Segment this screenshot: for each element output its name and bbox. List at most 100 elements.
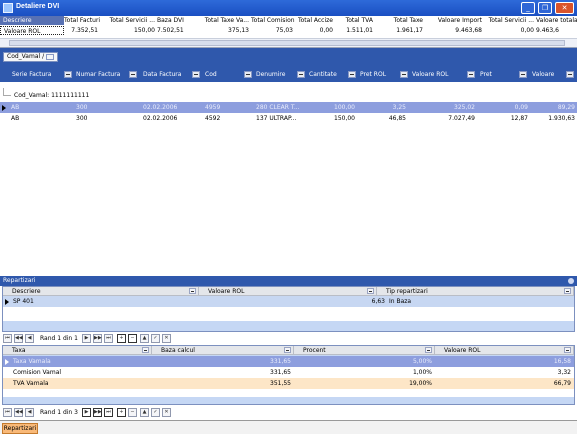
table-row[interactable]: AB 300 02.02.2006 4592 137 ULTRAP... 150… (0, 113, 577, 124)
column-filter-icon[interactable] (192, 71, 200, 78)
column-header-numar[interactable]: Numar Factura (74, 69, 120, 80)
prev-record-button[interactable]: ◀ (25, 334, 34, 343)
column-filter-icon[interactable] (189, 288, 196, 294)
minimize-button[interactable]: _ (521, 2, 535, 14)
cell[interactable]: 7.027,49 (410, 113, 475, 124)
column-filter-icon[interactable] (564, 347, 571, 353)
cell[interactable]: 1,00% (373, 368, 432, 378)
summary-header[interactable]: Total Comision (251, 16, 295, 25)
column-filter-icon[interactable] (244, 71, 252, 78)
summary-header[interactable]: Total Facturi (64, 16, 100, 25)
scrollbar-thumb[interactable] (9, 40, 565, 46)
next-page-button[interactable]: ▶▶ (93, 334, 102, 343)
summary-header[interactable]: Valoare totala (536, 16, 577, 25)
table-row[interactable]: TVA Vamala 351,55 19,00% 66,79 (3, 378, 574, 389)
table-row[interactable]: AB 300 02.02.2006 4959 280 CLEAR T... 10… (0, 102, 577, 113)
column-header-valoare-rol[interactable]: Valoare ROL (435, 346, 574, 355)
column-header-pret-rol[interactable]: Pret ROL (358, 69, 386, 80)
cell[interactable]: Taxa Vamala (13, 357, 51, 367)
cell[interactable]: 19,00% (373, 379, 432, 389)
group-chip-cod-vamal[interactable]: Cod_Vamal / (3, 52, 59, 62)
cell[interactable]: 1.930,63 (530, 113, 575, 124)
cell[interactable]: 300 (76, 113, 136, 124)
delete-record-button[interactable]: − (128, 334, 137, 343)
cell[interactable]: SP 401 (13, 297, 34, 307)
next-record-button[interactable]: ▶ (82, 408, 91, 417)
column-header-tip[interactable]: Tip repartizari (377, 287, 574, 296)
column-filter-icon[interactable] (367, 288, 374, 294)
cell[interactable]: 6,63 (323, 297, 385, 307)
cell[interactable]: In Baza (389, 297, 411, 307)
summary-header[interactable]: Total Servicii ... (484, 16, 536, 25)
cell[interactable]: 3,32 (503, 368, 571, 378)
column-filter-icon[interactable] (566, 71, 574, 78)
cell[interactable]: 331,65 (233, 357, 291, 367)
column-filter-icon[interactable] (425, 347, 432, 353)
edit-record-button[interactable]: ✓ (151, 408, 160, 417)
delete-record-button[interactable]: − (128, 408, 137, 417)
edit-up-button[interactable]: ▲ (140, 334, 149, 343)
table-row[interactable]: Taxa Vamala 331,65 5,00% 16,58 (3, 356, 574, 367)
edit-record-button[interactable]: ✓ (151, 334, 160, 343)
column-header-descriere[interactable]: Descriere (3, 287, 199, 296)
column-header-valoare-rol[interactable]: Valoare ROL (199, 287, 377, 296)
next-record-button[interactable]: ▶ (82, 334, 91, 343)
column-filter-icon[interactable] (284, 347, 291, 353)
column-header-taxa[interactable]: Taxa (3, 346, 152, 355)
cell[interactable]: 300 (76, 102, 136, 113)
cancel-edit-button[interactable]: ✕ (162, 408, 171, 417)
cell[interactable]: 137 ULTRAP... (256, 113, 305, 124)
collapse-icon[interactable] (568, 278, 574, 284)
column-header-cantitate[interactable]: Cantitate (307, 69, 337, 80)
column-header-valoare-rol[interactable]: Valoare ROL (410, 69, 449, 80)
cell[interactable]: 46,85 (358, 113, 406, 124)
column-header-cod[interactable]: Cod (203, 69, 217, 80)
column-header-pret[interactable]: Pret (478, 69, 492, 80)
summary-header[interactable]: Total Servicii ... (100, 16, 157, 25)
cell[interactable]: 100,00 (307, 102, 355, 113)
column-filter-icon[interactable] (297, 71, 305, 78)
close-button[interactable]: ✕ (555, 2, 574, 14)
column-filter-icon[interactable] (519, 71, 527, 78)
cell[interactable]: 89,29 (530, 102, 575, 113)
first-page-button[interactable]: ⏮ (3, 334, 12, 343)
cell[interactable]: 3,25 (358, 102, 406, 113)
cell[interactable]: 331,65 (233, 368, 291, 378)
prev-page-button[interactable]: ◀◀ (14, 408, 23, 417)
cell[interactable]: TVA Vamala (13, 379, 49, 389)
cell[interactable]: 16,58 (503, 357, 571, 367)
column-filter-icon[interactable] (348, 71, 356, 78)
column-filter-icon[interactable] (400, 71, 408, 78)
column-header-procent[interactable]: Procent (294, 346, 435, 355)
summary-header-descriere[interactable]: Descriere (0, 16, 64, 25)
cell[interactable]: 02.02.2006 (143, 102, 198, 113)
cell[interactable]: 351,55 (233, 379, 291, 389)
horizontal-scrollbar[interactable] (0, 38, 577, 47)
summary-header[interactable]: Total Taxe Va... (185, 16, 251, 25)
table-row[interactable]: SP 401 6,63 In Baza (3, 296, 574, 307)
cell[interactable]: 280 CLEAR T... (256, 102, 305, 113)
cell[interactable]: 5,00% (373, 357, 432, 367)
column-header-denumire[interactable]: Denumire (254, 69, 285, 80)
maximize-button[interactable]: ❐ (538, 2, 552, 14)
cell[interactable]: AB (11, 102, 71, 113)
column-filter-icon[interactable] (129, 71, 137, 78)
column-filter-icon[interactable] (564, 288, 571, 294)
column-filter-icon[interactable] (142, 347, 149, 353)
cell[interactable]: 0,09 (478, 102, 528, 113)
column-header-valoare[interactable]: Valoare (530, 69, 554, 80)
column-header-serie[interactable]: Serie Factura (10, 69, 51, 80)
column-filter-icon[interactable] (467, 71, 475, 78)
prev-page-button[interactable]: ◀◀ (14, 334, 23, 343)
summary-header[interactable]: Total Accize (295, 16, 335, 25)
prev-record-button[interactable]: ◀ (25, 408, 34, 417)
last-page-button[interactable]: ⏭ (104, 408, 113, 417)
table-row[interactable]: Comision Vamal 331,65 1,00% 3,32 (3, 367, 574, 378)
column-header-baza[interactable]: Baza calcul (152, 346, 294, 355)
summary-value-descriere[interactable]: Valoare ROL (0, 26, 64, 35)
cell[interactable]: 150,00 (307, 113, 355, 124)
add-record-button[interactable]: + (117, 408, 126, 417)
cell[interactable]: 66,79 (503, 379, 571, 389)
cell[interactable]: Comision Vamal (13, 368, 61, 378)
summary-header[interactable]: Total Taxe (375, 16, 425, 25)
